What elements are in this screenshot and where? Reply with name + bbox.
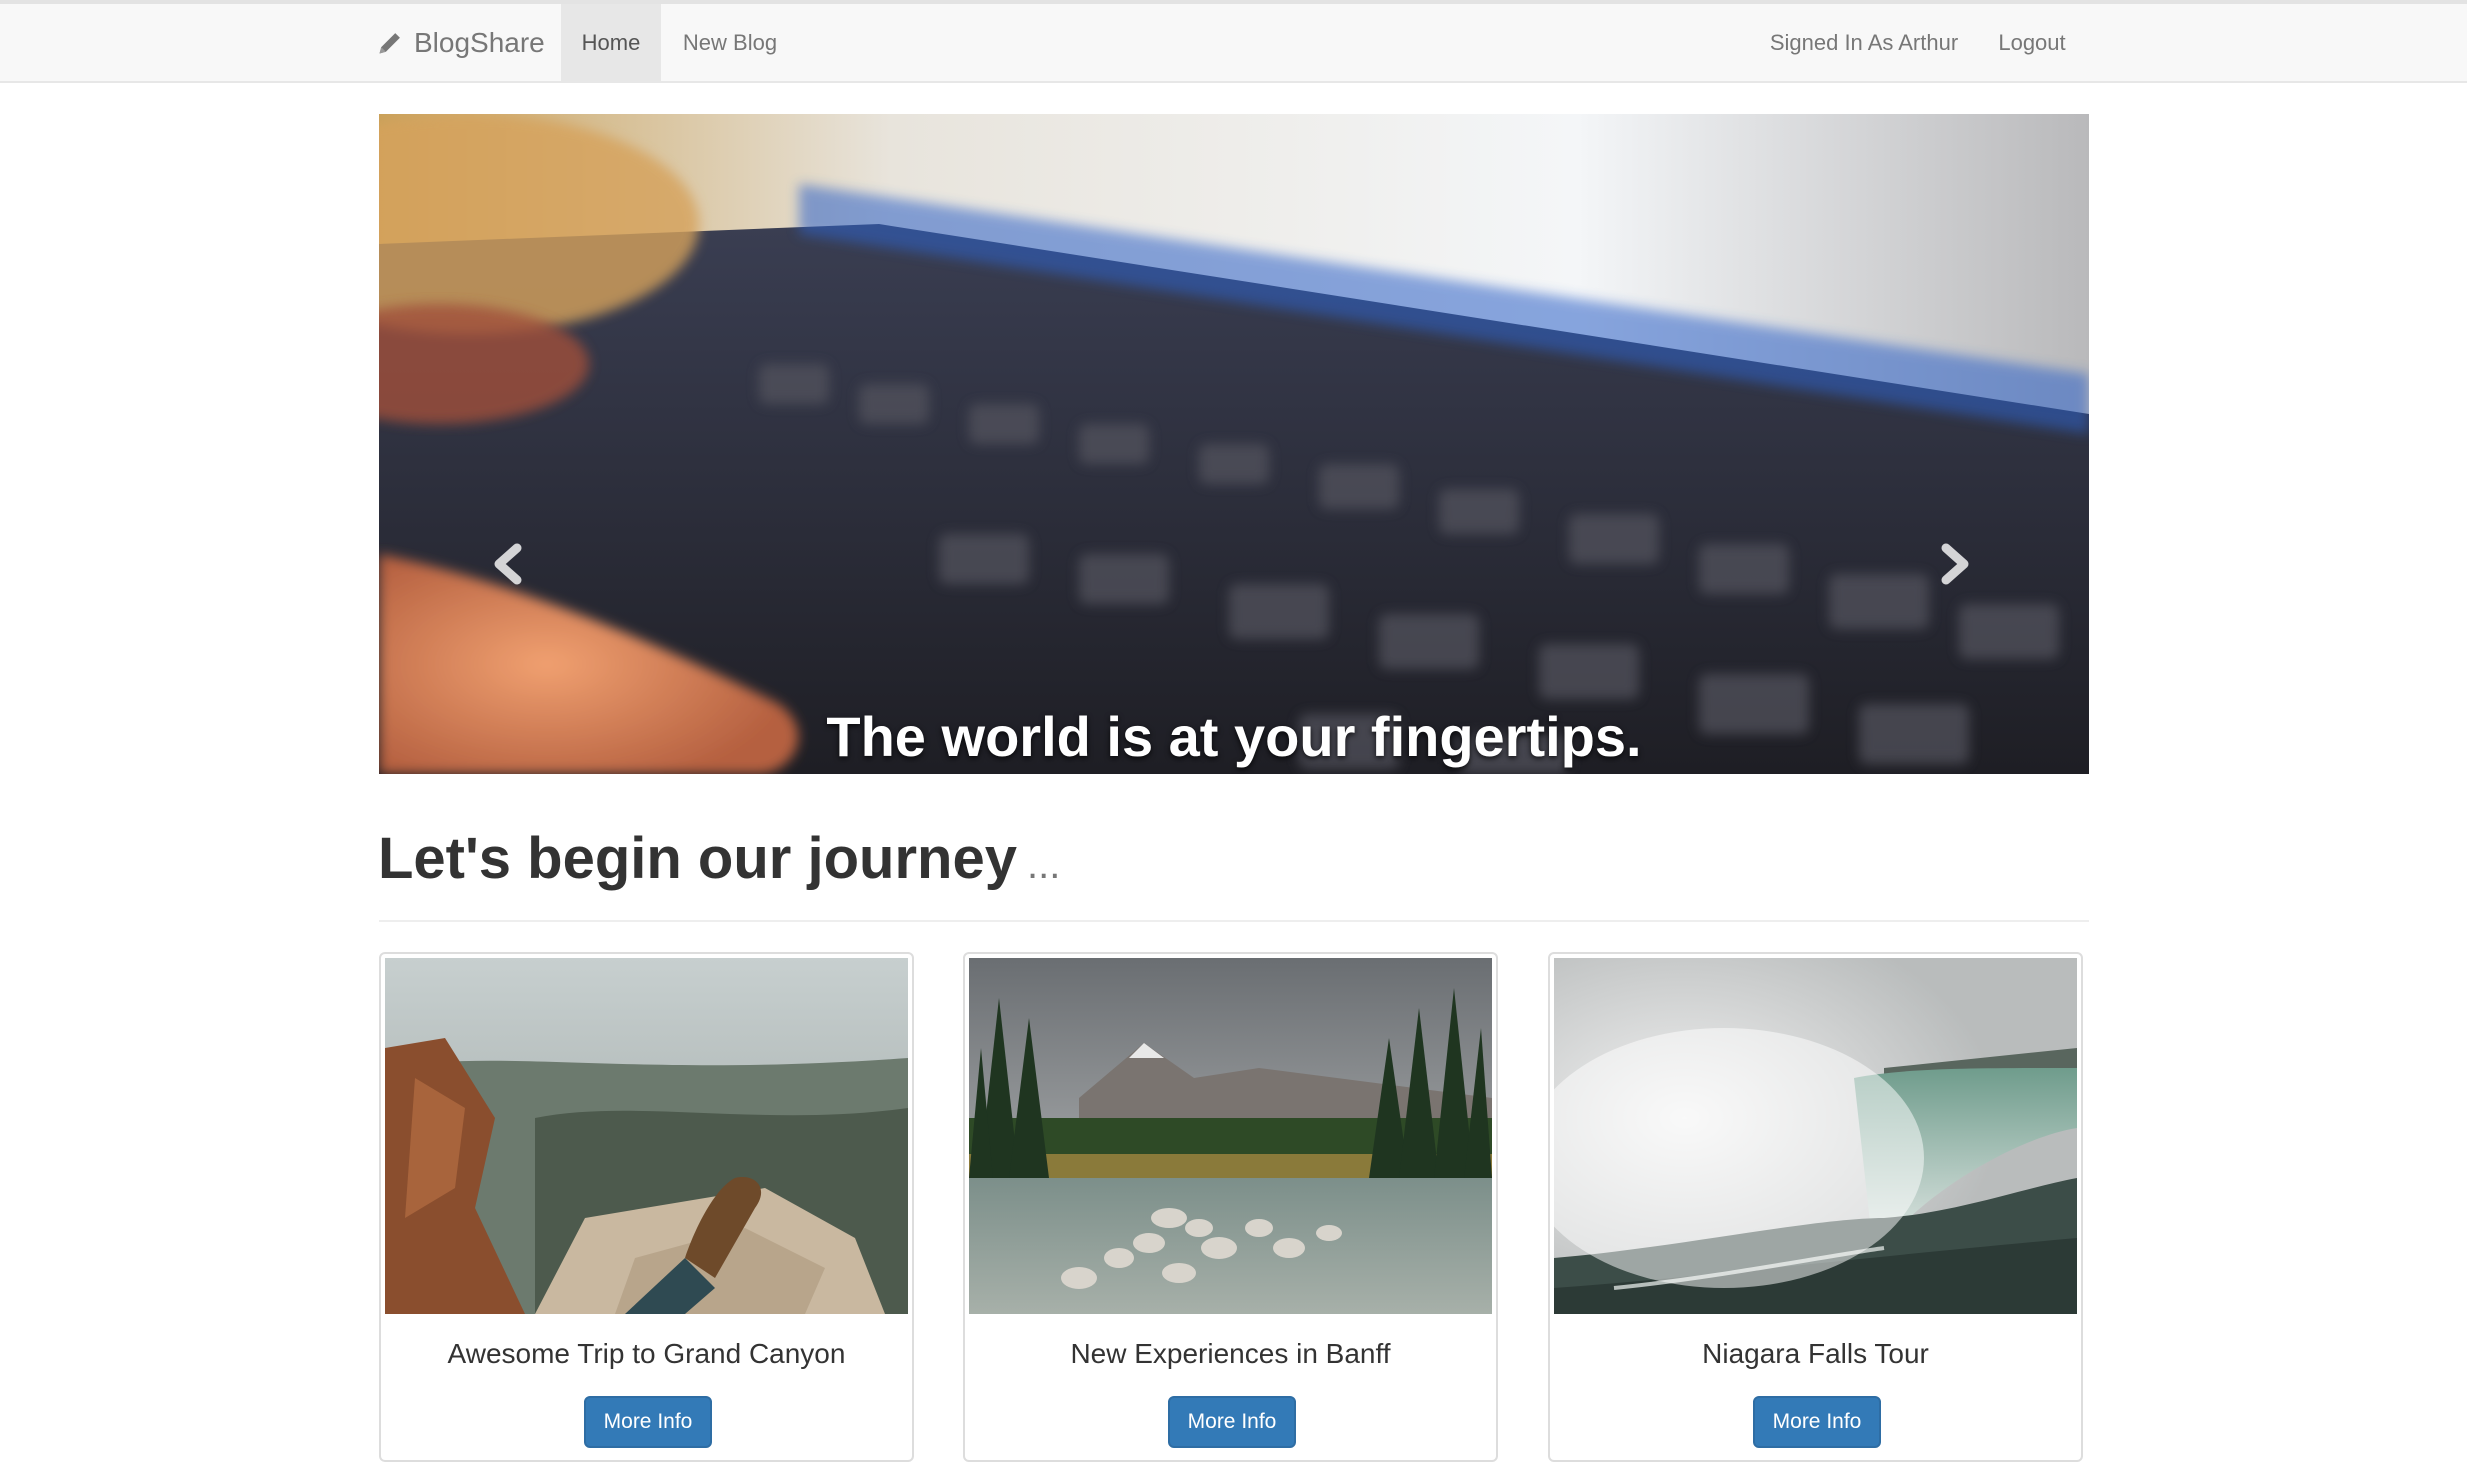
nav-logout[interactable]: Logout — [1980, 4, 2084, 81]
niagara-falls-image — [1554, 958, 2077, 1314]
divider — [379, 920, 2089, 922]
brand-name: BlogShare — [414, 26, 545, 58]
card-title: Niagara Falls Tour — [1702, 1338, 1929, 1369]
section-heading-text: Let's begin our journey — [378, 826, 1017, 891]
card-title: Awesome Trip to Grand Canyon — [447, 1338, 846, 1369]
card-title: New Experiences in Banff — [1070, 1338, 1391, 1369]
chevron-left-icon[interactable] — [479, 534, 539, 594]
more-info-button[interactable]: More Info — [1753, 1396, 1881, 1448]
nav-home[interactable]: Home — [561, 4, 661, 81]
brand-link[interactable]: BlogShare — [376, 4, 545, 81]
carousel-caption: The world is at your fingertips. — [826, 705, 1642, 768]
section-heading: Let's begin our journey... — [378, 825, 1060, 892]
chevron-right-icon[interactable] — [1924, 534, 1984, 594]
heading-ellipsis: ... — [1026, 843, 1061, 887]
pencil-icon — [379, 32, 400, 53]
more-info-button[interactable]: More Info — [584, 1396, 712, 1448]
navbar: BlogShare Home New Blog Signed In As Art… — [0, 4, 2467, 83]
blog-card: New Experiences in Banff More Info — [963, 952, 1498, 1462]
signed-in-user[interactable]: Signed In As Arthur — [1755, 4, 1973, 81]
carousel-caption-wrap: The world is at your fingertips. — [379, 114, 2089, 774]
hero-carousel: The world is at your fingertips. — [379, 114, 2089, 774]
grand-canyon-image — [385, 958, 908, 1314]
nav-new-blog[interactable]: New Blog — [661, 4, 799, 81]
banff-image — [969, 958, 1492, 1314]
blog-card: Niagara Falls Tour More Info — [1548, 952, 2083, 1462]
more-info-button[interactable]: More Info — [1168, 1396, 1296, 1448]
blog-card: Awesome Trip to Grand Canyon More Info — [379, 952, 914, 1462]
